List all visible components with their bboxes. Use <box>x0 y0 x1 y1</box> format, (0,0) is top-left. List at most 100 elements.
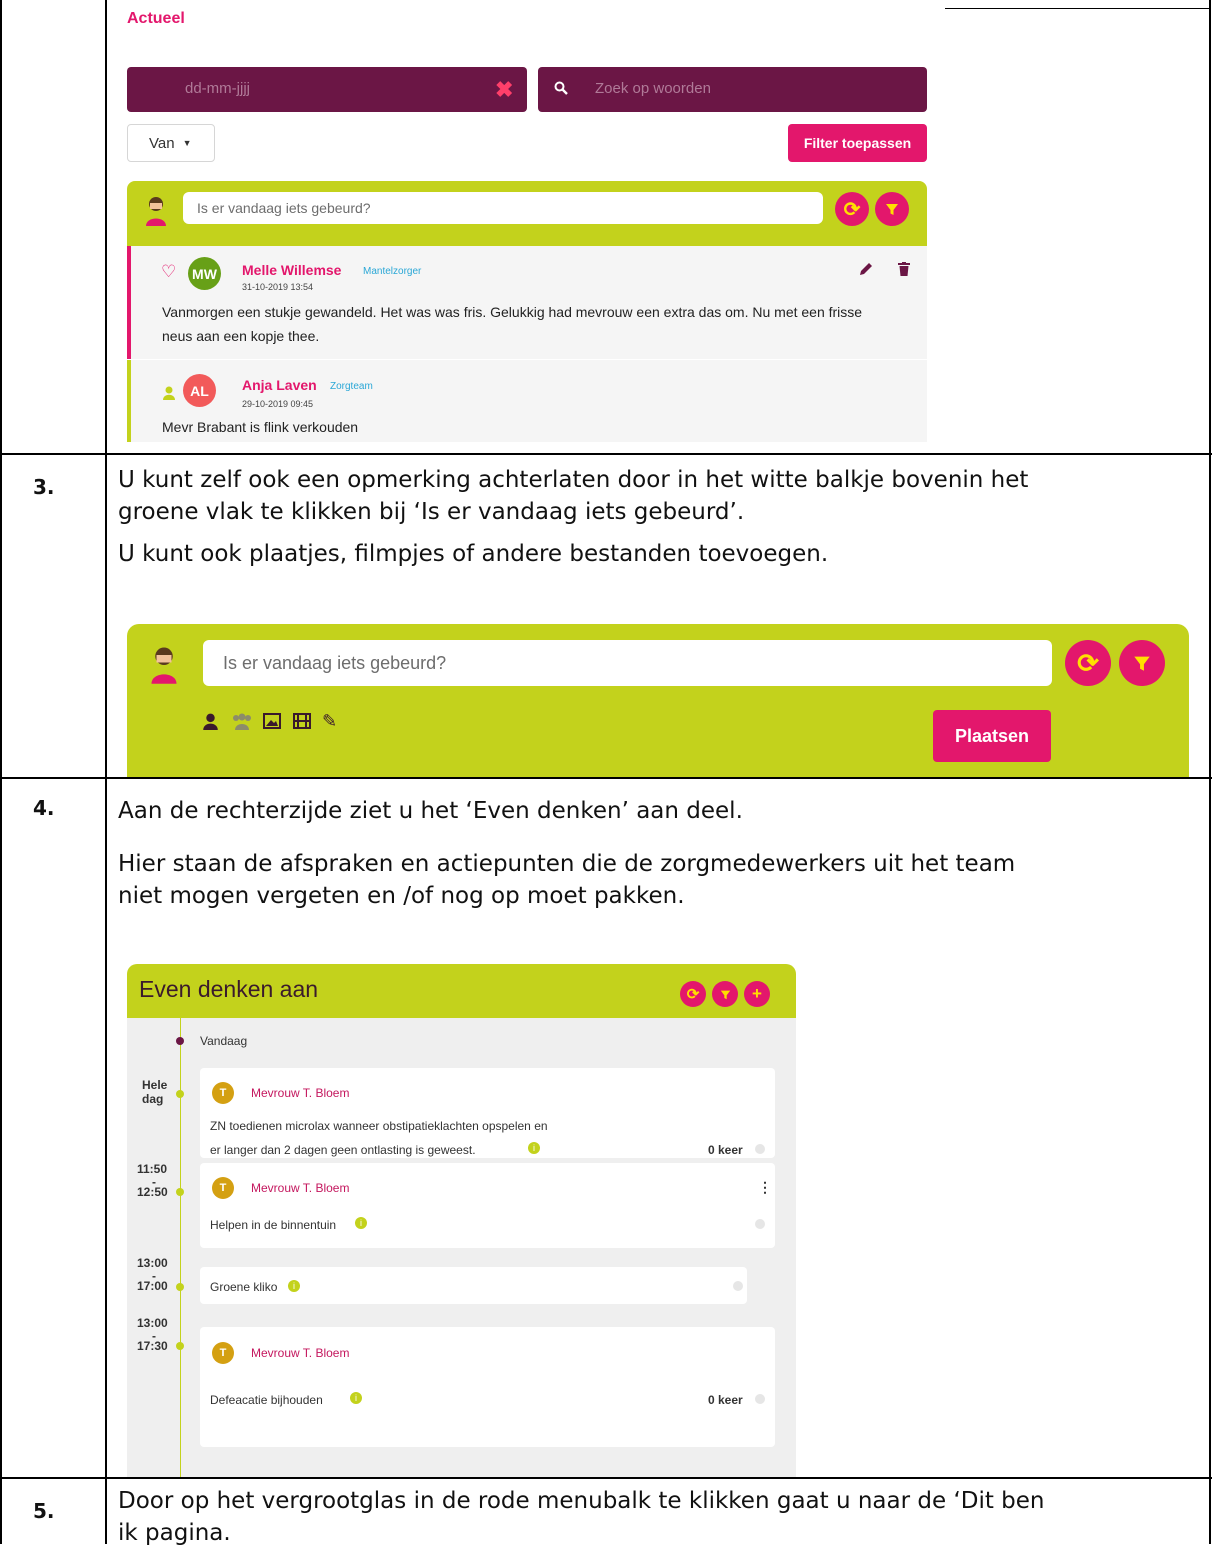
add-icon[interactable]: + <box>744 981 770 1007</box>
check-circle-icon[interactable] <box>755 1394 765 1404</box>
van-dropdown[interactable]: Van ▼ <box>127 124 215 162</box>
table-border-right <box>1209 0 1211 1544</box>
step-text-line: U kunt ook plaatjes, filmpjes of andere … <box>118 541 829 567</box>
post-author[interactable]: Melle Willemse <box>242 262 341 278</box>
table-column-divider <box>105 0 107 1544</box>
step-text-line: groene vlak te klikken bij ‘Is er vandaa… <box>118 499 745 525</box>
refresh-icon[interactable]: ⟳ <box>1065 640 1111 686</box>
timeline-dot <box>176 1188 184 1196</box>
count-label: 0 keer <box>708 1393 743 1407</box>
image-icon[interactable] <box>263 713 281 734</box>
step-text-line: Door op het vergrootglas in de rode menu… <box>118 1488 1045 1514</box>
post-button[interactable]: Plaatsen <box>933 710 1051 762</box>
time-end: 17:00 <box>137 1279 168 1293</box>
film-icon[interactable] <box>293 713 311 734</box>
kebab-menu-icon[interactable]: ⋮ <box>758 1179 772 1196</box>
check-circle-icon[interactable] <box>755 1219 765 1229</box>
compose-placeholder: Is er vandaag iets gebeurd? <box>197 200 371 216</box>
timeline-line <box>180 1018 181 1477</box>
task-text: Helpen in de binnentuin <box>210 1218 337 1232</box>
post-accent-bar <box>127 360 131 442</box>
task-text: Defeacatie bijhouden <box>210 1393 323 1407</box>
info-icon: i <box>288 1280 300 1292</box>
time-start: Hele <box>142 1078 168 1092</box>
avatar: T <box>212 1177 234 1199</box>
list-item[interactable]: T Mevrouw T. Bloem ZN toedienen microlax… <box>200 1068 775 1158</box>
step-number: 3. <box>33 475 55 499</box>
check-circle-icon[interactable] <box>755 1144 765 1154</box>
post-author[interactable]: Anja Laven <box>242 377 317 393</box>
delete-trash-icon[interactable] <box>898 262 910 281</box>
time-end: 17:30 <box>137 1339 168 1353</box>
post-role: Zorgteam <box>330 381 373 392</box>
compose-input[interactable]: Is er vandaag iets gebeurd? <box>203 640 1052 686</box>
filter-icon[interactable] <box>712 981 738 1007</box>
client-name[interactable]: Mevrouw T. Bloem <box>251 1346 349 1360</box>
row-divider-2 <box>0 777 1212 779</box>
timeline-body: Vandaag Hele dag T Mevrouw T. Bloem ZN t… <box>127 1018 796 1477</box>
date-input[interactable]: dd-mm-jjjj <box>185 80 250 97</box>
compose-input[interactable]: Is er vandaag iets gebeurd? <box>183 192 823 224</box>
edit-pencil-icon[interactable] <box>858 261 874 282</box>
avatar: MW <box>188 257 221 290</box>
task-text: Groene kliko <box>210 1280 278 1294</box>
step-text-line: Aan de rechterzijde ziet u het ‘Even den… <box>118 798 743 824</box>
post-accent-bar <box>127 246 131 359</box>
count-label: 0 keer <box>708 1143 743 1157</box>
check-circle-icon[interactable] <box>733 1281 743 1291</box>
group-icon[interactable] <box>231 713 253 735</box>
panel-header: Even denken aan ⟳ + <box>127 964 796 1018</box>
post-timestamp: 29-10-2019 09:45 <box>242 399 314 409</box>
step-number: 5. <box>33 1499 55 1523</box>
timeline-dot <box>176 1090 184 1098</box>
list-item: ♡ MW Melle Willemse Mantelzorger 31-10-2… <box>127 246 927 359</box>
avatar: AL <box>183 374 216 407</box>
row-divider-3 <box>0 1477 1212 1479</box>
post-role: Mantelzorger <box>363 266 422 277</box>
person-icon[interactable] <box>203 713 218 735</box>
avatar: T <box>212 1342 234 1364</box>
list-item[interactable]: T Mevrouw T. Bloem Defeacatie bijhouden … <box>200 1327 775 1447</box>
post-text: Mevr Brabant is flink verkouden <box>162 419 359 435</box>
filter-icon[interactable] <box>875 192 909 226</box>
panel-title: Even denken aan <box>139 976 319 1002</box>
client-name[interactable]: Mevrouw T. Bloem <box>251 1181 349 1195</box>
avatar: T <box>212 1082 234 1104</box>
step-text-line: Hier staan de afspraken en actiepunten d… <box>118 851 1016 877</box>
filter-icon[interactable] <box>1119 640 1165 686</box>
refresh-icon[interactable]: ⟳ <box>680 981 706 1007</box>
compose-panel: Is er vandaag iets gebeurd? ⟳ ✎ Plaatsen <box>127 624 1189 777</box>
today-dot <box>176 1037 184 1045</box>
step-text-line: ik pagina. <box>118 1520 231 1546</box>
date-filter-field[interactable]: dd-mm-jjjj ✖ <box>127 67 527 112</box>
caret-down-icon: ▼ <box>182 138 192 148</box>
post-text: Vanmorgen een stukje gewandeld. Het was … <box>162 304 863 344</box>
table-border-left <box>0 0 2 1544</box>
list-item: AL Anja Laven Zorgteam 29-10-2019 09:45 … <box>127 360 927 442</box>
time-start: 11:50 <box>137 1162 168 1176</box>
post-timestamp: 31-10-2019 13:54 <box>242 282 314 292</box>
van-label: Van <box>149 134 175 152</box>
search-field[interactable]: Zoek op woorden <box>538 67 927 112</box>
clear-date-icon[interactable]: ✖ <box>495 77 513 103</box>
even-denken-panel: Even denken aan ⟳ + Vandaag Hele dag T M… <box>127 964 796 1477</box>
actueel-heading: Actueel <box>127 10 185 27</box>
task-text: er langer dan 2 dagen geen ontlasting is… <box>210 1143 476 1157</box>
heart-icon[interactable]: ♡ <box>161 262 176 282</box>
time-end: dag <box>142 1092 164 1106</box>
paperclip-icon[interactable]: ✎ <box>322 711 337 732</box>
info-icon: i <box>350 1392 362 1404</box>
table-top-rule <box>945 8 1211 9</box>
row-divider-1 <box>0 453 1212 455</box>
refresh-icon[interactable]: ⟳ <box>835 192 869 226</box>
info-icon: i <box>355 1217 367 1229</box>
time-end: 12:50 <box>137 1185 168 1199</box>
time-start: 13:00 <box>137 1256 168 1270</box>
time-start: 13:00 <box>137 1316 168 1330</box>
list-item[interactable]: Groene kliko i <box>200 1267 747 1304</box>
search-input[interactable]: Zoek op woorden <box>595 80 711 97</box>
filter-apply-button[interactable]: Filter toepassen <box>788 124 927 162</box>
step-text-line: U kunt zelf ook een opmerking achterlate… <box>118 467 1029 493</box>
client-name[interactable]: Mevrouw T. Bloem <box>251 1086 349 1100</box>
list-item[interactable]: T Mevrouw T. Bloem ⋮ Helpen in de binnen… <box>200 1163 775 1248</box>
